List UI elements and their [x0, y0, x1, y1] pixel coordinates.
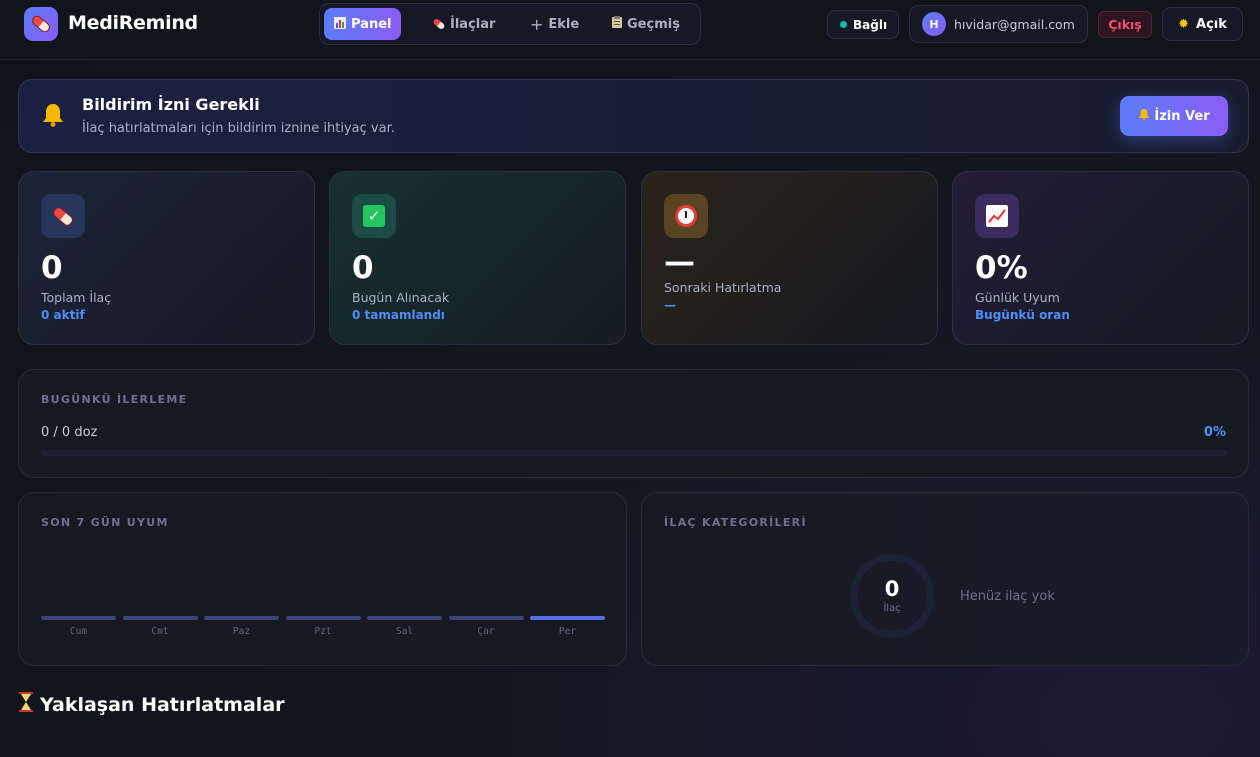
trend-graphic: [986, 205, 1008, 227]
dose-count: 0 / 0 doz: [41, 425, 98, 440]
weekly-day-label: Cum: [69, 626, 88, 637]
weekly-bar-mark: [204, 616, 279, 620]
hourglass-icon: [19, 692, 33, 717]
theme-toggle-label: Açık: [1196, 16, 1227, 32]
weekly-title: SON 7 GÜN UYUM: [41, 516, 169, 529]
categories-empty-text: Henüz ilaç yok: [960, 589, 1055, 604]
weekly-bar-6: Per: [530, 616, 605, 637]
progress-title: BUGÜNKÜ İLERLEME: [41, 393, 188, 406]
bell-icon: [1138, 108, 1150, 125]
stat-label: Toplam İlaç: [41, 290, 112, 305]
weekly-day-label: Çar: [477, 626, 495, 637]
check-mark: ✓: [363, 205, 385, 227]
stat-value: 0%: [975, 250, 1028, 286]
user-menu[interactable]: H hıvidar@gmail.com: [909, 5, 1088, 43]
weekly-bar-mark: [285, 616, 361, 620]
nav-add[interactable]: + Ekle: [520, 8, 589, 40]
weekly-day-label: Per: [558, 626, 577, 637]
theme-toggle-button[interactable]: ✹ Açık: [1162, 7, 1243, 41]
weekly-bar-2: Paz: [204, 616, 279, 637]
donut-count: 0: [884, 576, 900, 601]
stat-label: Bugün Alınacak: [352, 290, 450, 305]
sun-icon: ✹: [1178, 16, 1190, 32]
check-icon: ✓: [352, 194, 396, 238]
stat-sub: 0 tamamlandı: [352, 308, 445, 322]
alarm-clock-icon: [664, 194, 708, 238]
stat-value: 0: [41, 250, 63, 286]
upcoming-title: Yaklaşan Hatırlatmalar: [40, 693, 285, 716]
stat-card-total-medications: 0 Toplam İlaç 0 aktif: [18, 171, 315, 345]
clock-face: [675, 205, 697, 227]
user-email: hıvidar@gmail.com: [954, 16, 1075, 32]
weekly-bar-3: Pzt: [285, 616, 361, 637]
main-nav: Panel İlaçlar + Ekle Geçmiş: [319, 3, 701, 45]
stat-value: 0: [352, 250, 374, 286]
nav-medications[interactable]: İlaçlar: [423, 8, 505, 40]
upcoming-reminders-heading: Yaklaşan Hatırlatmalar: [19, 692, 285, 717]
weekly-bar-1: Cmt: [122, 616, 198, 637]
weekly-compliance-card: SON 7 GÜN UYUM Cum Cmt Paz Pzt Sal Çar Per: [18, 492, 627, 666]
nav-medications-label: İlaçlar: [450, 16, 496, 32]
weekly-bar-5: Çar: [448, 616, 524, 637]
status-dot-icon: [840, 21, 847, 28]
stat-sub: —: [664, 298, 676, 312]
weekly-day-label: Sal: [395, 626, 414, 637]
stat-card-next-reminder: — Sonraki Hatırlatma —: [641, 171, 938, 345]
stat-card-daily-compliance: 0% Günlük Uyum Bugünkü oran: [952, 171, 1249, 345]
weekly-bar-0: Cum: [41, 616, 116, 637]
banner-title: Bildirim İzni Gerekli: [82, 95, 260, 114]
logout-button[interactable]: Çıkış: [1098, 11, 1152, 38]
weekly-bar-mark: [448, 616, 524, 620]
weekly-bar-mark: [41, 616, 116, 620]
weekly-day-label: Pzt: [314, 626, 332, 637]
categories-donut: 0 İlaç: [850, 554, 934, 638]
bell-icon: [41, 102, 65, 134]
nav-panel-label: Panel: [351, 16, 392, 32]
app-name: MediRemind: [68, 12, 198, 34]
pill-icon: [30, 13, 52, 35]
clipboard-icon: [612, 16, 622, 32]
pill-icon: [432, 17, 446, 31]
stat-label: Günlük Uyum: [975, 290, 1060, 305]
notification-permission-banner: Bildirim İzni Gerekli İlaç hatırlatmalar…: [18, 79, 1249, 153]
stat-sub: 0 aktif: [41, 308, 85, 322]
connection-status-label: Bağlı: [853, 17, 888, 32]
medication-categories-card: İLAÇ KATEGORİLERİ 0 İlaç Henüz ilaç yok: [641, 492, 1249, 666]
stat-label: Sonraki Hatırlatma: [664, 280, 782, 295]
weekly-day-label: Cmt: [151, 626, 169, 637]
allow-notifications-button[interactable]: İzin Ver: [1120, 96, 1228, 136]
weekly-bar-4: Sal: [367, 616, 442, 637]
weekly-bar-mark: [530, 616, 605, 620]
connection-status: Bağlı: [827, 10, 899, 39]
today-progress-card: BUGÜNKÜ İLERLEME 0 / 0 doz 0%: [18, 369, 1249, 478]
avatar: H: [922, 12, 946, 36]
allow-notifications-label: İzin Ver: [1154, 108, 1210, 124]
plus-icon: +: [530, 14, 544, 34]
progress-bar: [41, 450, 1227, 456]
pill-shape: [51, 204, 75, 228]
categories-title: İLAÇ KATEGORİLERİ: [664, 516, 807, 529]
nav-panel[interactable]: Panel: [324, 8, 402, 40]
donut-label: İlaç: [883, 602, 901, 614]
pill-icon: [41, 194, 85, 238]
bar-chart-icon: [334, 16, 346, 32]
weekly-day-label: Paz: [232, 626, 251, 637]
nav-history[interactable]: Geçmiş: [602, 8, 690, 40]
weekly-bars: Cum Cmt Paz Pzt Sal Çar Per: [41, 616, 605, 637]
weekly-bar-mark: [367, 616, 442, 620]
stat-sub: Bugünkü oran: [975, 308, 1070, 322]
weekly-bar-mark: [122, 616, 198, 620]
nav-history-label: Geçmiş: [627, 16, 680, 32]
nav-add-label: Ekle: [548, 16, 580, 32]
app-logo[interactable]: [24, 7, 58, 41]
trend-chart-icon: [975, 194, 1019, 238]
banner-subtitle: İlaç hatırlatmaları için bildirim iznine…: [82, 121, 395, 136]
stat-value: —: [664, 244, 695, 280]
progress-percent: 0%: [1203, 425, 1226, 440]
top-header: MediRemind Panel İlaçlar + Ekle Geçmiş B…: [0, 0, 1260, 60]
stat-card-today: ✓ 0 Bugün Alınacak 0 tamamlandı: [329, 171, 626, 345]
